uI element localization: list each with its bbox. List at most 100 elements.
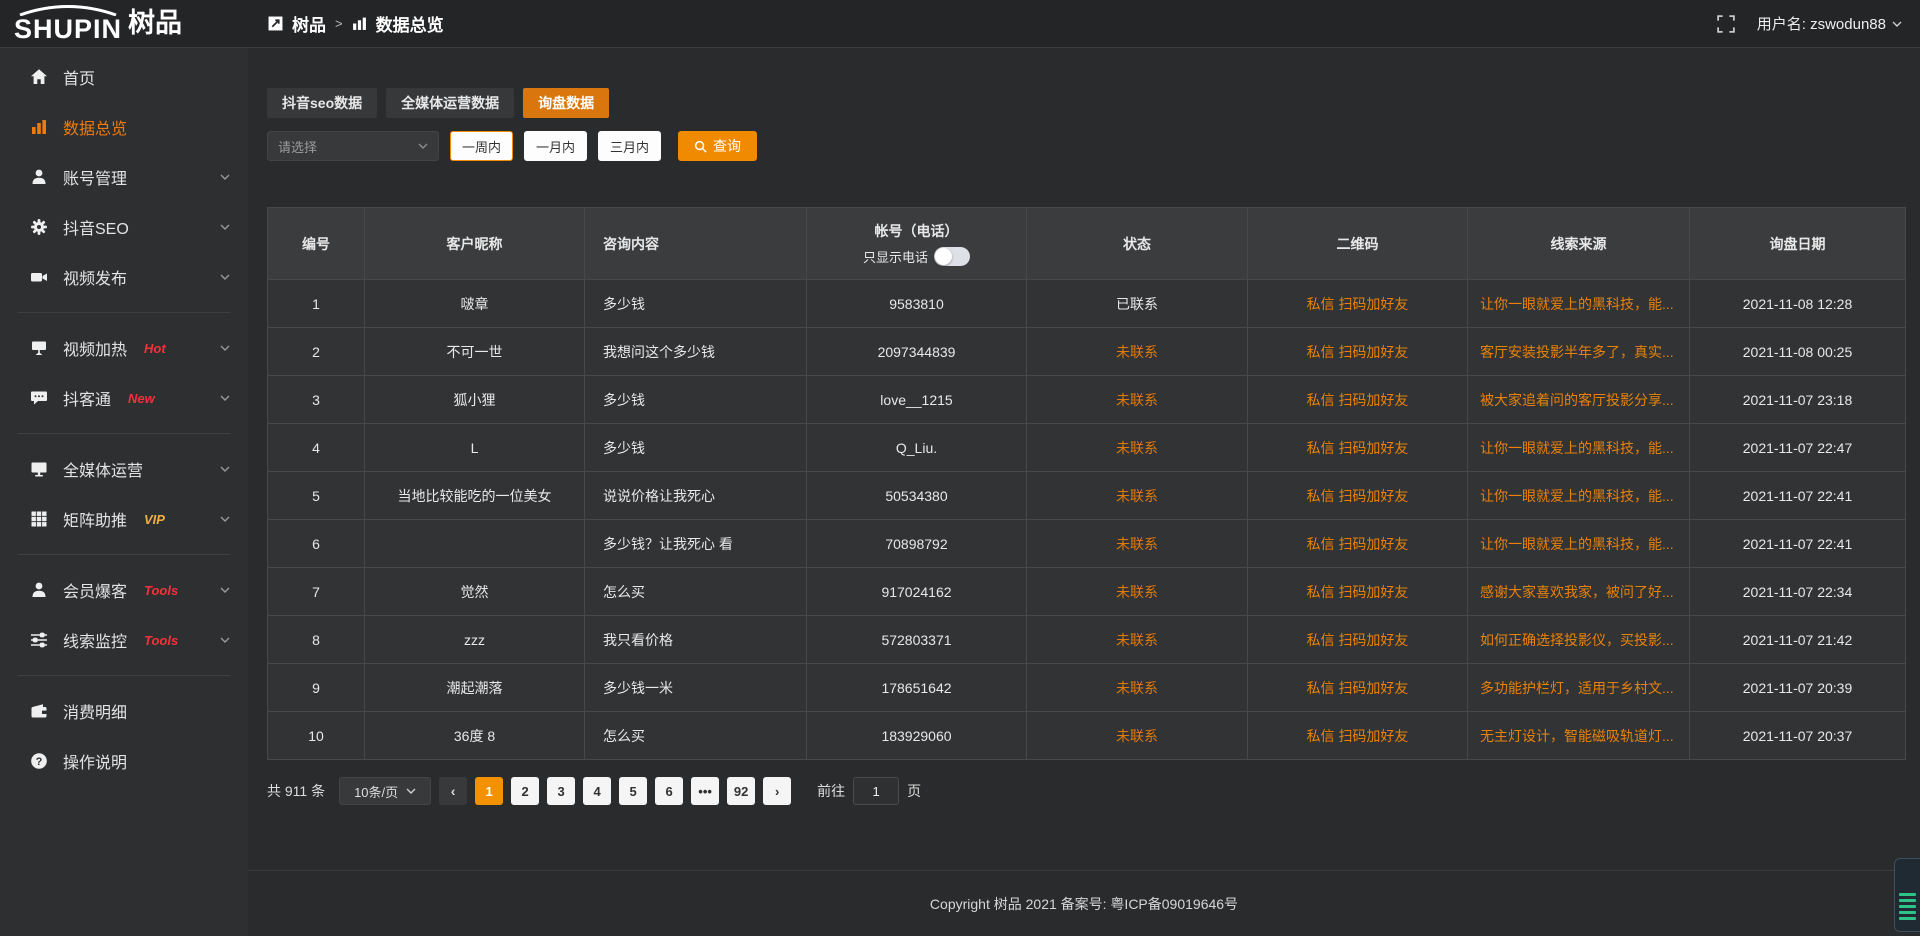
row-source-link[interactable]: 让你一眼就爱上的黑科技，能... [1468, 424, 1690, 472]
page-button-92[interactable]: 92 [727, 777, 755, 805]
bar-chart-icon [30, 118, 48, 136]
scan-add-friend-link[interactable]: 扫码加好友 [1338, 584, 1408, 600]
scan-add-friend-link[interactable]: 扫码加好友 [1338, 296, 1408, 312]
table-row: 5当地比较能吃的一位美女说说价格让我死心50534380未联系私信 扫码加好友让… [268, 472, 1906, 520]
row-source-link[interactable]: 多功能护栏灯，适用于乡村文... [1468, 664, 1690, 712]
row-nickname: 啵章 [365, 280, 585, 328]
edge-widget[interactable] [1894, 858, 1920, 932]
table-row: 9潮起潮落多少钱一米178651642未联系私信 扫码加好友多功能护栏灯，适用于… [268, 664, 1906, 712]
next-page-button[interactable]: › [763, 777, 791, 805]
scan-add-friend-link[interactable]: 扫码加好友 [1338, 728, 1408, 744]
sidebar-item-矩阵助推[interactable]: 矩阵助推VIP [0, 494, 248, 544]
private-message-link[interactable]: 私信 [1307, 728, 1335, 744]
page-button-1[interactable]: 1 [475, 777, 503, 805]
row-status: 未联系 [1027, 376, 1248, 424]
private-message-link[interactable]: 私信 [1307, 680, 1335, 696]
private-message-link[interactable]: 私信 [1307, 440, 1335, 456]
page-button-5[interactable]: 5 [619, 777, 647, 805]
sidebar-item-视频加热[interactable]: 视频加热Hot [0, 323, 248, 373]
user-menu[interactable]: 用户名: zswodun88 [1757, 13, 1902, 34]
phone-only-toggle[interactable] [934, 247, 970, 266]
row-source-link[interactable]: 感谢大家喜欢我家，被问了好... [1468, 568, 1690, 616]
row-source-link[interactable]: 让你一眼就爱上的黑科技，能... [1468, 520, 1690, 568]
row-date: 2021-11-07 20:39 [1690, 664, 1906, 712]
sidebar-item-label: 全媒体运营 [63, 457, 143, 481]
table-row: 6多少钱？让我死心 看70898792未联系私信 扫码加好友让你一眼就爱上的黑科… [268, 520, 1906, 568]
row-date: 2021-11-07 22:41 [1690, 520, 1906, 568]
search-icon [694, 140, 707, 153]
sidebar-item-抖客通[interactable]: 抖客通New [0, 373, 248, 423]
monitor-icon [30, 460, 48, 478]
range-button-三月内[interactable]: 三月内 [598, 131, 661, 161]
scan-add-friend-link[interactable]: 扫码加好友 [1338, 536, 1408, 552]
private-message-link[interactable]: 私信 [1307, 296, 1335, 312]
row-source-link[interactable]: 被大家追着问的客厅投影分享... [1468, 376, 1690, 424]
sidebar-item-首页[interactable]: 首页 [0, 52, 248, 102]
user-label: 用户名: zswodun88 [1757, 13, 1886, 34]
private-message-link[interactable]: 私信 [1307, 632, 1335, 648]
row-status: 未联系 [1027, 472, 1248, 520]
user-icon [30, 581, 48, 599]
sidebar-item-视频发布[interactable]: 视频发布 [0, 252, 248, 302]
row-source-link[interactable]: 让你一眼就爱上的黑科技，能... [1468, 472, 1690, 520]
goto-unit: 页 [907, 781, 921, 801]
scan-add-friend-link[interactable]: 扫码加好友 [1338, 632, 1408, 648]
copyright-text: Copyright 树品 2021 备案号: 粤ICP备09019646号 [930, 894, 1238, 914]
sidebar-item-消费明细[interactable]: 消费明细 [0, 686, 248, 736]
col-nickname: 客户昵称 [365, 208, 585, 280]
scan-add-friend-link[interactable]: 扫码加好友 [1338, 344, 1408, 360]
sidebar-item-账号管理[interactable]: 账号管理 [0, 152, 248, 202]
page-ellipsis[interactable]: ••• [691, 777, 719, 805]
query-button-label: 查询 [713, 136, 741, 156]
sidebar-item-数据总览[interactable]: 数据总览 [0, 102, 248, 152]
row-content: 多少钱？让我死心 看 [585, 520, 807, 568]
row-status: 未联系 [1027, 568, 1248, 616]
private-message-link[interactable]: 私信 [1307, 392, 1335, 408]
page-button-4[interactable]: 4 [583, 777, 611, 805]
sidebar-item-label: 抖音SEO [63, 215, 129, 239]
sidebar-item-全媒体运营[interactable]: 全媒体运营 [0, 444, 248, 494]
private-message-link[interactable]: 私信 [1307, 584, 1335, 600]
row-source-link[interactable]: 无主灯设计，智能磁吸轨道灯... [1468, 712, 1690, 760]
page-button-6[interactable]: 6 [655, 777, 683, 805]
range-button-一周内[interactable]: 一周内 [450, 131, 513, 161]
sidebar-item-会员爆客[interactable]: 会员爆客Tools [0, 565, 248, 615]
row-status: 未联系 [1027, 616, 1248, 664]
sidebar-divider [18, 312, 230, 313]
account-select[interactable]: 请选择 [267, 131, 439, 161]
phone-toggle-label: 只显示电话 [863, 247, 928, 266]
chevron-down-icon [418, 143, 428, 149]
page-button-2[interactable]: 2 [511, 777, 539, 805]
row-date: 2021-11-07 21:42 [1690, 616, 1906, 664]
sidebar-item-线索监控[interactable]: 线索监控Tools [0, 615, 248, 665]
tab-全媒体运营数据[interactable]: 全媒体运营数据 [386, 88, 514, 118]
tab-询盘数据[interactable]: 询盘数据 [523, 88, 609, 118]
breadcrumb-root[interactable]: 树品 [292, 11, 326, 36]
row-source-link[interactable]: 让你一眼就爱上的黑科技，能... [1468, 280, 1690, 328]
page-size-select[interactable]: 10条/页 [339, 777, 431, 805]
query-button[interactable]: 查询 [678, 131, 757, 161]
goto-page-input[interactable] [853, 777, 899, 805]
pagination: 共 911 条 10条/页 ‹ 123456•••92 › 前往 页 [267, 777, 1906, 805]
scan-add-friend-link[interactable]: 扫码加好友 [1338, 680, 1408, 696]
scan-add-friend-link[interactable]: 扫码加好友 [1338, 392, 1408, 408]
sidebar-divider [18, 554, 230, 555]
private-message-link[interactable]: 私信 [1307, 536, 1335, 552]
tab-抖音seo数据[interactable]: 抖音seo数据 [267, 88, 377, 118]
scan-add-friend-link[interactable]: 扫码加好友 [1338, 488, 1408, 504]
range-button-一月内[interactable]: 一月内 [524, 131, 587, 161]
prev-page-button[interactable]: ‹ [439, 777, 467, 805]
sidebar-item-label: 线索监控 [63, 628, 127, 652]
sidebar-item-badge: Hot [144, 341, 166, 356]
row-source-link[interactable]: 如何正确选择投影仪，买投影... [1468, 616, 1690, 664]
fullscreen-icon[interactable] [1717, 15, 1735, 33]
private-message-link[interactable]: 私信 [1307, 488, 1335, 504]
page-button-3[interactable]: 3 [547, 777, 575, 805]
row-source-link[interactable]: 客厅安装投影半年多了，真实... [1468, 328, 1690, 376]
sidebar-item-操作说明[interactable]: ?操作说明 [0, 736, 248, 786]
row-date: 2021-11-07 22:41 [1690, 472, 1906, 520]
scan-add-friend-link[interactable]: 扫码加好友 [1338, 440, 1408, 456]
private-message-link[interactable]: 私信 [1307, 344, 1335, 360]
sidebar-item-抖音SEO[interactable]: 抖音SEO [0, 202, 248, 252]
row-id: 6 [268, 520, 365, 568]
